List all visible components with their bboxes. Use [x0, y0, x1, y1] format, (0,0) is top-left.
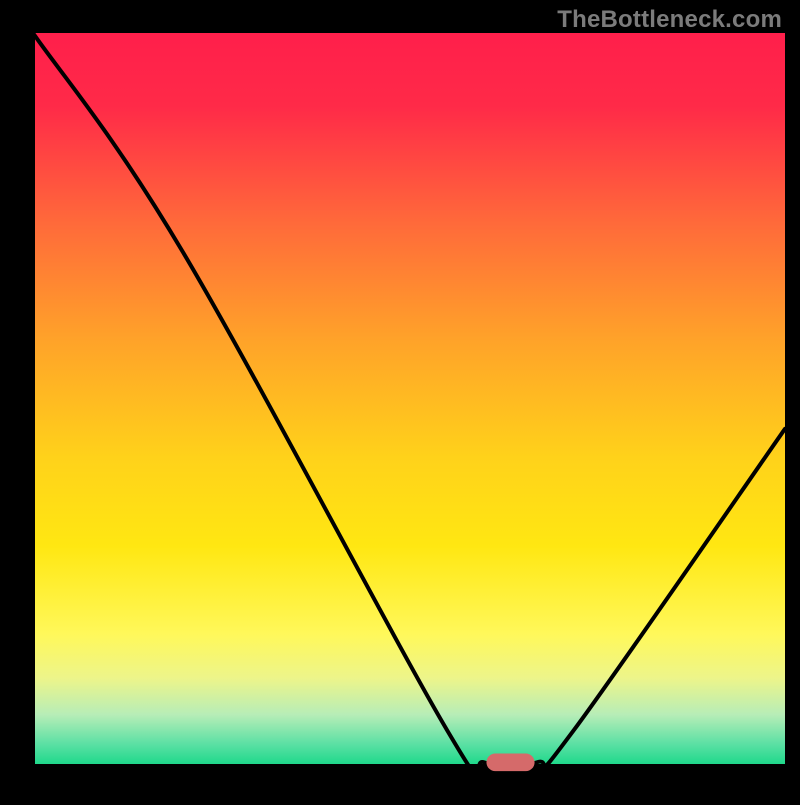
plot-background — [33, 33, 785, 766]
optimum-marker — [486, 754, 534, 772]
chart-container: TheBottleneck.com — [0, 0, 800, 800]
chart-svg — [0, 0, 800, 800]
